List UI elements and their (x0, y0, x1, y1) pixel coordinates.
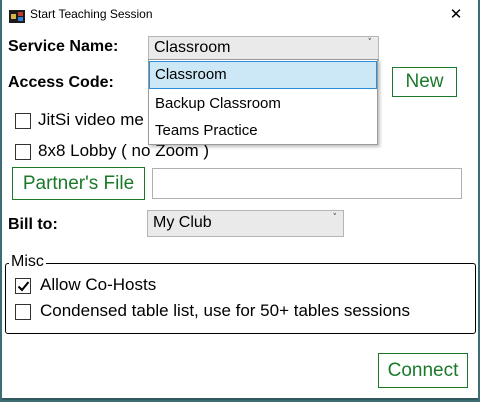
bill-to-combobox[interactable]: My Club ˅ (147, 210, 344, 237)
allow-cohosts-checkbox[interactable] (15, 278, 31, 294)
title-bar[interactable]: Start Teaching Session ✕ (2, 0, 478, 30)
service-name-dropdown-list: Classroom Backup Classroom Teams Practic… (148, 59, 378, 145)
checkmark-icon (17, 281, 30, 292)
chevron-down-icon: ˅ (332, 213, 338, 223)
chevron-down-icon: ˅ (367, 38, 373, 48)
dropdown-option-backup-classroom[interactable]: Backup Classroom (149, 90, 377, 118)
allow-cohosts-label: Allow Co-Hosts (40, 275, 157, 294)
dropdown-option-teams-practice[interactable]: Teams Practice (149, 117, 377, 145)
dialog-window: Start Teaching Session ✕ Service Name: C… (2, 0, 478, 400)
close-icon[interactable]: ✕ (444, 2, 468, 26)
service-name-combobox[interactable]: Classroom ˅ (148, 36, 379, 61)
new-code-button[interactable]: New (392, 67, 457, 97)
condensed-checkbox[interactable] (15, 304, 31, 320)
misc-group-title: Misc (9, 253, 46, 271)
partners-file-field[interactable] (152, 168, 462, 199)
lobby-checkbox[interactable] (15, 144, 31, 160)
access-code-label: Access Code: (8, 74, 114, 91)
service-name-label: Service Name: (8, 38, 119, 55)
app-icon (9, 8, 25, 23)
jitsi-checkbox[interactable] (15, 113, 31, 129)
condensed-label: Condensed table list, use for 50+ tables… (40, 301, 410, 320)
bill-to-label: Bill to: (8, 216, 58, 233)
misc-group (5, 263, 476, 334)
bill-to-value: My Club (153, 214, 212, 231)
dropdown-option-classroom[interactable]: Classroom (149, 61, 377, 89)
window-title: Start Teaching Session (30, 7, 153, 21)
partners-file-button[interactable]: Partner's File (12, 167, 145, 200)
service-name-value: Classroom (154, 39, 231, 56)
connect-button[interactable]: Connect (378, 353, 468, 388)
jitsi-label: JitSi video me (38, 110, 144, 129)
